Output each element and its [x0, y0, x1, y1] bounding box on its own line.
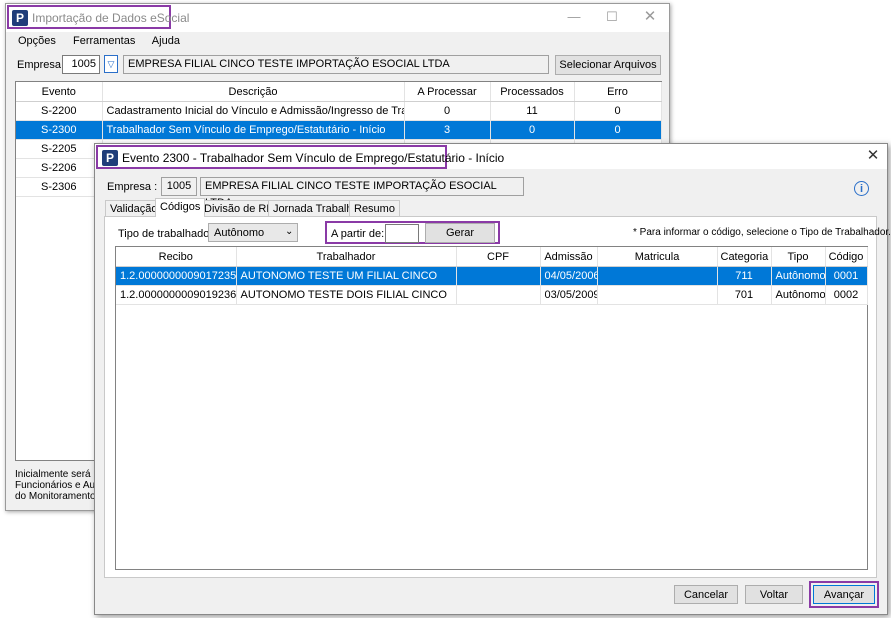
- col-recibo[interactable]: Recibo: [116, 247, 237, 267]
- descricao-cell: Cadastramento Inicial do Vínculo e Admis…: [102, 101, 405, 121]
- codes-grid: Recibo Trabalhador CPF Admissão Matricul…: [115, 246, 868, 570]
- evento-cell: S-2206: [16, 158, 103, 178]
- tab-codigos[interactable]: Códigos: [155, 198, 206, 217]
- col-processados[interactable]: Processados: [490, 82, 575, 102]
- close-icon[interactable]: ✕: [640, 7, 660, 27]
- descricao-cell: Trabalhador Sem Vínculo de Emprego/Estat…: [102, 120, 405, 140]
- evento-cell: S-2306: [16, 177, 103, 197]
- evento-cell: S-2200: [16, 101, 103, 121]
- footer-line: Funcionários e Autô: [15, 480, 104, 491]
- evento-dialog-title: Evento 2300 - Trabalhador Sem Vínculo de…: [122, 151, 505, 165]
- col-descricao[interactable]: Descrição: [102, 82, 405, 102]
- erro-cell: 0: [574, 120, 662, 140]
- a-processar-cell: 0: [404, 101, 491, 121]
- recibo-cell: 1.2.0000000009019236502: [116, 285, 237, 305]
- app-logo-icon: P: [12, 10, 28, 26]
- import-window-title: Importação de Dados eSocial: [32, 11, 190, 25]
- select-files-button[interactable]: Selecionar Arquivos: [555, 55, 661, 75]
- tipo-cell: Autônomo: [771, 266, 826, 286]
- col-categoria[interactable]: Categoria: [717, 247, 772, 267]
- a-processar-cell: 3: [404, 120, 491, 140]
- empresa-name-field: EMPRESA FILIAL CINCO TESTE IMPORTAÇÃO ES…: [123, 55, 549, 74]
- close-icon[interactable]: ✕: [863, 146, 883, 166]
- erro-cell: 0: [574, 101, 662, 121]
- col-tipo[interactable]: Tipo: [771, 247, 826, 267]
- next-button[interactable]: Avançar: [813, 585, 875, 604]
- admissao-cell: 03/05/2009: [540, 285, 598, 305]
- import-window-title-highlight: P Importação de Dados eSocial: [7, 5, 189, 29]
- menu-ferramentas[interactable]: Ferramentas: [73, 35, 135, 47]
- footer-line: do Monitoramento d: [15, 491, 104, 502]
- menu-bar: Opções Ferramentas Ajuda: [18, 35, 194, 47]
- table-row-selected[interactable]: 1.2.0000000009017235512 AUTONOMO TESTE U…: [116, 266, 868, 286]
- col-evento[interactable]: Evento: [16, 82, 103, 102]
- empresa-label: Empresa :: [17, 59, 68, 71]
- filter-icon[interactable]: ▽: [104, 55, 118, 73]
- codes-header-row: Recibo Trabalhador CPF Admissão Matricul…: [116, 247, 868, 267]
- tipo-trabalhador-value: Autônomo: [214, 227, 265, 239]
- col-matricula[interactable]: Matricula: [597, 247, 718, 267]
- codigo-cell[interactable]: 0002: [825, 285, 868, 305]
- table-row[interactable]: 1.2.0000000009019236502 AUTONOMO TESTE D…: [116, 285, 868, 305]
- col-cpf[interactable]: CPF: [456, 247, 541, 267]
- cpf-cell: [456, 285, 541, 305]
- evento-cell: S-2205: [16, 139, 103, 159]
- footer-info: Inicialmente será po Funcionários e Autô…: [15, 469, 105, 502]
- col-trabalhador[interactable]: Trabalhador: [236, 247, 457, 267]
- a-partir-input[interactable]: [385, 224, 419, 243]
- col-a-processar[interactable]: A Processar: [404, 82, 491, 102]
- maximize-icon[interactable]: ☐: [602, 7, 622, 27]
- processados-cell: 0: [490, 120, 575, 140]
- tipo-trabalhador-label: Tipo de trabalhador:: [118, 228, 217, 240]
- matricula-cell: [597, 266, 718, 286]
- empresa-label: Empresa :: [107, 181, 158, 193]
- back-button[interactable]: Voltar: [745, 585, 803, 604]
- recibo-cell: 1.2.0000000009017235512: [116, 266, 237, 286]
- menu-ajuda[interactable]: Ajuda: [152, 35, 180, 47]
- table-row-selected[interactable]: S-2300 Trabalhador Sem Vínculo de Empreg…: [16, 120, 662, 140]
- minimize-icon[interactable]: —: [564, 7, 584, 27]
- admissao-cell: 04/05/2006: [540, 266, 598, 286]
- trabalhador-cell: AUTONOMO TESTE UM FILIAL CINCO: [236, 266, 457, 286]
- tipo-trabalhador-select[interactable]: Autônomo ⌄: [208, 223, 298, 242]
- trabalhador-cell: AUTONOMO TESTE DOIS FILIAL CINCO: [236, 285, 457, 305]
- info-icon[interactable]: i: [854, 181, 869, 196]
- tab-resumo[interactable]: Resumo: [349, 200, 400, 217]
- categoria-cell: 711: [717, 266, 772, 286]
- processados-cell: 11: [490, 101, 575, 121]
- codigo-cell[interactable]: 0001: [825, 266, 868, 286]
- app-logo-icon: P: [102, 150, 118, 166]
- matricula-cell: [597, 285, 718, 305]
- categoria-cell: 701: [717, 285, 772, 305]
- col-codigo[interactable]: Código: [825, 247, 868, 267]
- cpf-cell: [456, 266, 541, 286]
- tipo-cell: Autônomo: [771, 285, 826, 305]
- cancel-button[interactable]: Cancelar: [674, 585, 738, 604]
- empresa-code-input[interactable]: 1005: [62, 55, 100, 74]
- col-admissao[interactable]: Admissão: [540, 247, 598, 267]
- menu-opcoes[interactable]: Opções: [18, 35, 56, 47]
- chevron-down-icon: ⌄: [285, 226, 294, 237]
- empresa-code-field: 1005: [161, 177, 197, 196]
- hint-text: * Para informar o código, selecione o Ti…: [633, 227, 891, 238]
- evento-cell: S-2300: [16, 120, 103, 140]
- events-header-row: Evento Descrição A Processar Processados…: [16, 82, 662, 102]
- empresa-name-field: EMPRESA FILIAL CINCO TESTE IMPORTAÇÃO ES…: [200, 177, 524, 209]
- tab-validacao[interactable]: Validação: [105, 200, 163, 217]
- gerar-codigos-button[interactable]: Gerar Códigos: [425, 223, 495, 257]
- col-erro[interactable]: Erro: [574, 82, 662, 102]
- a-partir-label: A partir de:: [331, 228, 385, 240]
- table-row[interactable]: S-2200 Cadastramento Inicial do Vínculo …: [16, 101, 662, 121]
- footer-line: Inicialmente será po: [15, 469, 105, 480]
- evento-dialog-title-highlight: P Evento 2300 - Trabalhador Sem Vínculo …: [96, 145, 504, 169]
